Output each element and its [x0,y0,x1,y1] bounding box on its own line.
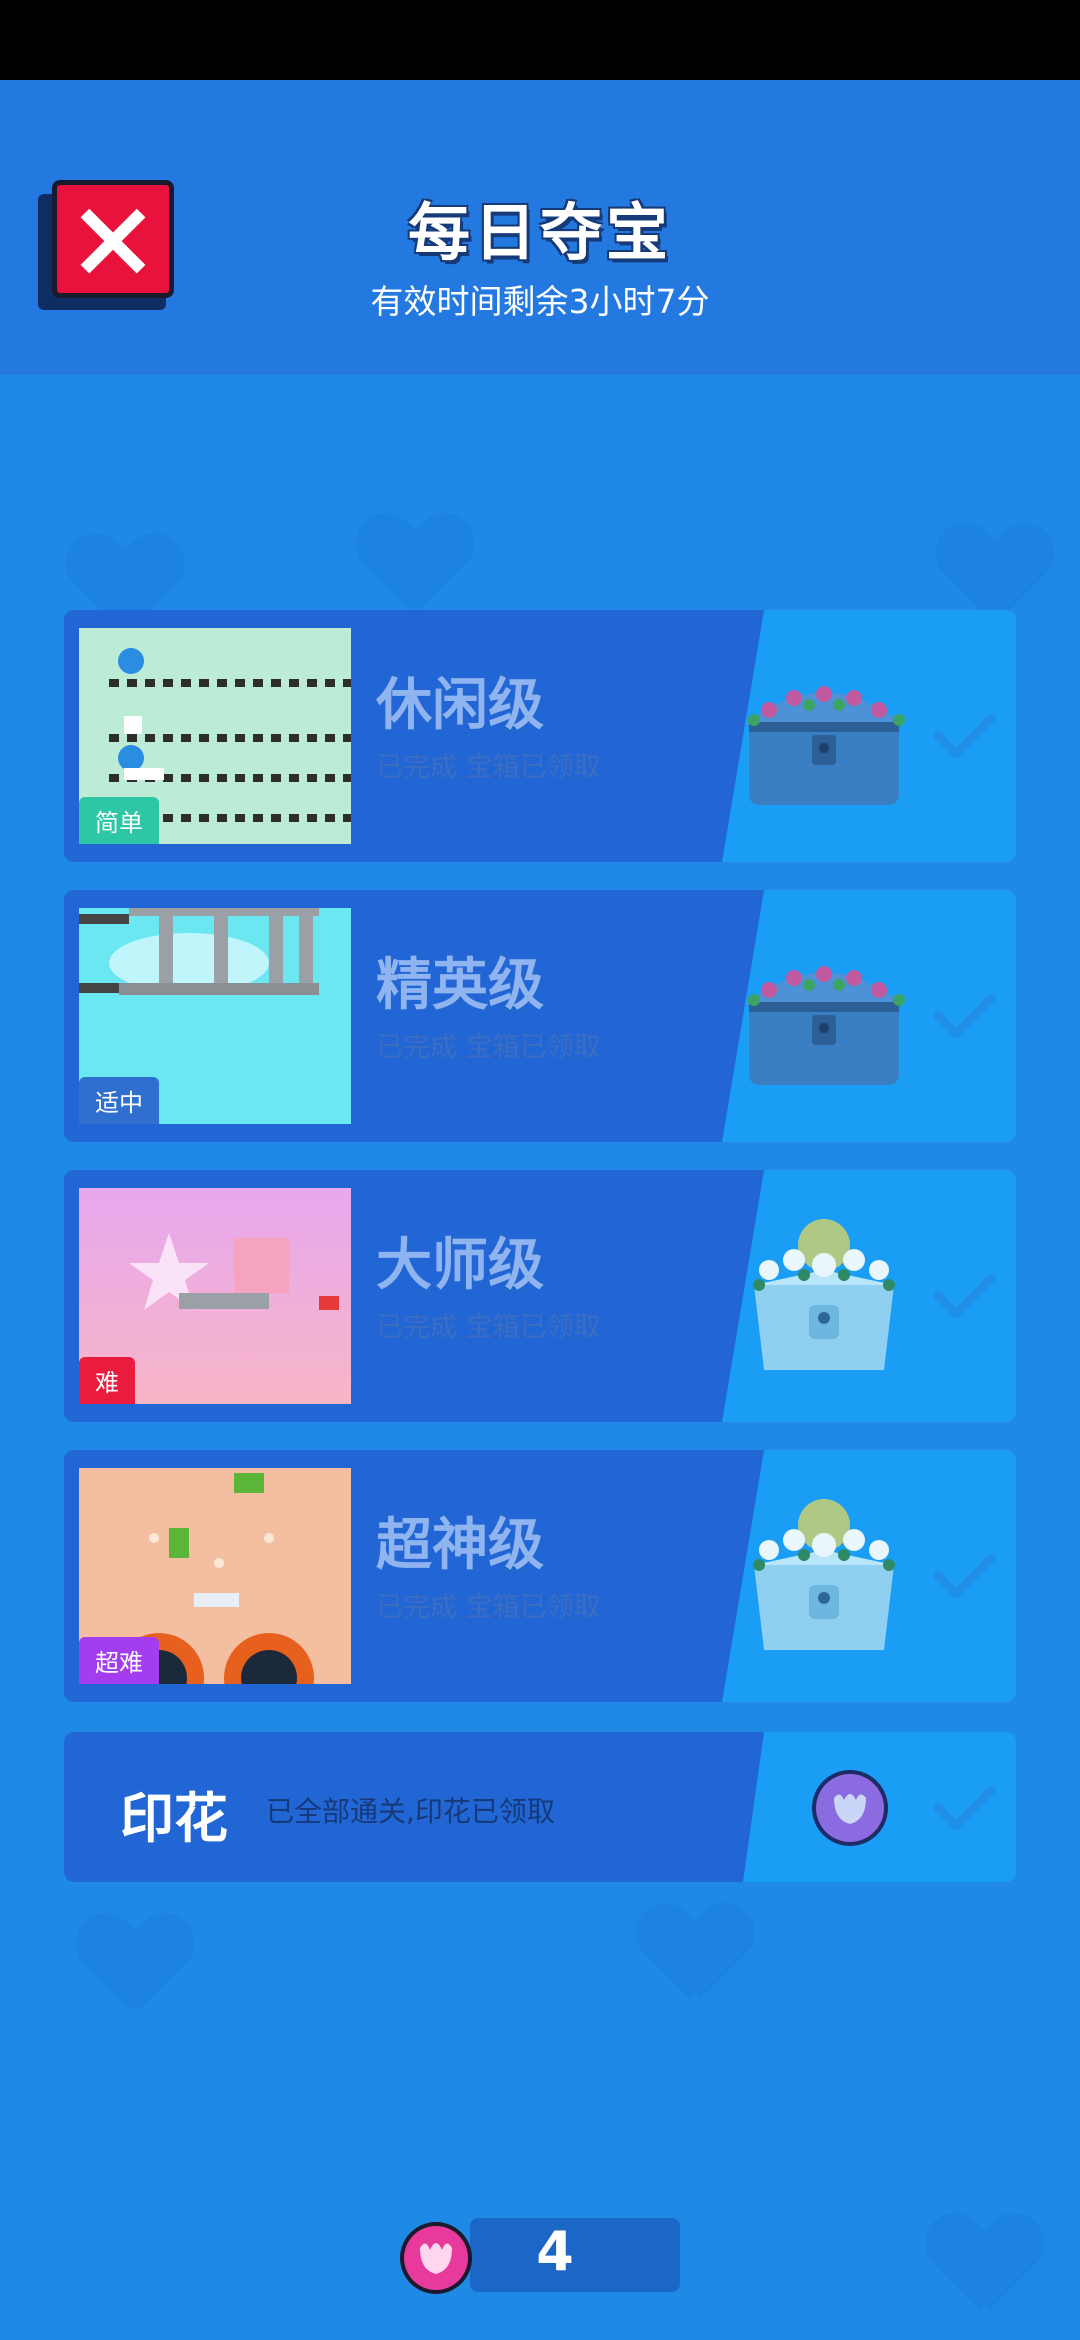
blue-flower-chest-icon [744,686,905,805]
level-title: 精英级 [376,953,544,1018]
tulip-stamp-icon [812,1770,888,1846]
level-card-god[interactable]: 超难 超神级 已完成 宝箱已领取 [64,1450,1016,1702]
level-title: 休闲级 [376,673,544,738]
status-bar [0,0,1080,80]
tulip-stamp-icon [400,2222,472,2294]
difficulty-badge: 简单 [79,797,159,844]
difficulty-badge: 超难 [79,1637,159,1684]
difficulty-badge: 难 [79,1357,135,1404]
stamp-label: 印花 [120,1787,228,1850]
crystal-flower-chest-icon [753,1219,895,1370]
completed-check-icon [934,713,996,759]
stamp-reward-row[interactable]: 印花 已全部通关,印花已领取 [64,1732,1016,1882]
crystal-flower-chest-icon [753,1499,895,1650]
level-thumbnail: 难 [79,1188,351,1404]
level-status: 已完成 宝箱已领取 [376,1592,601,1623]
level-thumbnail: 适中 [79,908,351,1124]
completed-check-icon [934,1273,996,1319]
level-thumbnail: 简单 [79,628,351,844]
level-status: 已完成 宝箱已领取 [376,1032,601,1063]
completed-check-icon [934,993,996,1039]
level-thumbnail: 超难 [79,1468,351,1684]
completed-check-icon [934,1553,996,1599]
level-title: 大师级 [376,1233,544,1298]
stamp-count: 4 [536,2220,574,2283]
page-title: 每日夺宝 [407,196,672,269]
difficulty-badge: 适中 [79,1077,159,1124]
level-status: 已完成 宝箱已领取 [376,752,601,783]
time-remaining: 有效时间剩余3小时7分 [370,282,710,321]
level-card-casual[interactable]: 简单 休闲级 已完成 宝箱已领取 [64,610,1016,862]
blue-flower-chest-icon [744,966,905,1085]
completed-check-icon [934,1785,996,1831]
level-card-elite[interactable]: 适中 精英级 已完成 宝箱已领取 [64,890,1016,1142]
level-card-master[interactable]: 难 大师级 已完成 宝箱已领取 [64,1170,1016,1422]
level-title: 超神级 [376,1513,544,1578]
level-status: 已完成 宝箱已领取 [376,1312,601,1343]
stamp-status: 已全部通关,印花已领取 [266,1795,555,1828]
